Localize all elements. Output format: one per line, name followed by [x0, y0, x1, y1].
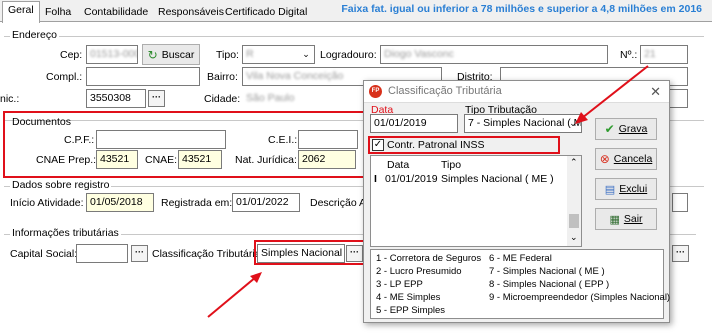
classificacao-highlight — [254, 240, 365, 265]
scroll-thumb[interactable] — [569, 214, 579, 228]
tipo-select[interactable]: R ⌄ — [242, 45, 315, 64]
exclui-button[interactable]: ▤ Exclui — [595, 178, 657, 200]
tab-geral[interactable]: Geral — [2, 1, 40, 23]
chevron-down-icon: ⌄ — [302, 49, 310, 59]
legend-item: 6 - ME Federal — [489, 253, 552, 264]
table-row-tipo[interactable]: Simples Nacional ( ME ) — [441, 173, 554, 185]
classificacao-label: Classificação Tributária: — [152, 248, 264, 260]
cep-field[interactable]: 01513-000 — [86, 45, 138, 64]
bairro-label: Bairro: — [207, 71, 238, 83]
endereco-group: Endereço — [4, 29, 704, 41]
contr-patronal-label: Contr. Patronal INSS — [387, 139, 485, 151]
cidade-label: Cidade: — [204, 93, 241, 105]
exit-icon: ▦ — [609, 213, 620, 226]
registrada-label: Registrada em: — [161, 197, 233, 209]
arrow-pointer-icon — [207, 272, 262, 318]
legend-item: 9 - Microempreendedor (Simples Nacional) — [489, 292, 671, 303]
inicio-field[interactable]: 01/05/2018 — [86, 193, 154, 212]
legend-item: 4 - ME Simples — [376, 292, 441, 303]
descricao-field[interactable] — [672, 193, 688, 212]
compl-field[interactable] — [86, 67, 200, 86]
capital-lookup-button[interactable]: ··· — [131, 245, 148, 262]
legend-panel: 1 - Corretora de Seguros 2 - Lucro Presu… — [370, 249, 670, 319]
tab-responsaveis[interactable]: Responsáveis — [153, 4, 229, 22]
logradouro-label: Logradouro: — [320, 49, 377, 61]
tab-contabilidade[interactable]: Contabilidade — [79, 4, 153, 22]
tab-bar: Geral Folha Contabilidade Responsáveis C… — [0, 0, 712, 23]
legend-item: 3 - LP EPP — [376, 279, 423, 290]
legend-item: 8 - Simples Nacional ( EPP ) — [489, 279, 610, 290]
scroll-down-icon[interactable]: ⌄ — [570, 232, 578, 243]
municipio-field[interactable]: 3550308 — [86, 89, 146, 108]
capital-label: Capital Social: — [10, 248, 78, 260]
dialog-tipo-select[interactable]: 7 - Simples Nacional ( ME ⌄ — [464, 114, 582, 133]
row-marker: I — [374, 173, 377, 185]
dialog-data-field[interactable]: 01/01/2019 — [370, 114, 458, 133]
legend-item: 5 - EPP Simples — [376, 305, 445, 316]
buscar-button[interactable]: ↻ Buscar — [142, 44, 200, 65]
app-logo-icon: FP — [369, 85, 382, 98]
legend-item: 7 - Simples Nacional ( ME ) — [489, 266, 605, 277]
tipo-label: Tipo: — [216, 49, 239, 61]
dialog-title: Classificação Tributária — [388, 85, 502, 97]
table-row-data[interactable]: 01/01/2019 — [385, 173, 438, 185]
documentos-highlight — [3, 111, 365, 178]
tributarias-right-lookup-button[interactable]: ··· — [672, 245, 689, 262]
dialog-table: Data Tipo I 01/01/2019 Simples Nacional … — [370, 155, 582, 247]
legend-item: 2 - Lucro Presumido — [376, 266, 462, 277]
capital-field[interactable] — [76, 244, 128, 263]
inicio-label: Início Atividade: — [10, 197, 84, 209]
scroll-up-icon[interactable]: ⌃ — [570, 157, 578, 168]
tributarias-title: Informações tributárias — [10, 227, 121, 239]
table-header-tipo: Tipo — [441, 159, 462, 171]
delete-icon: ▤ — [604, 183, 616, 196]
table-header-data: Data — [387, 159, 410, 171]
legend-item: 1 - Corretora de Seguros — [376, 253, 482, 264]
table-scrollbar[interactable]: ⌃ ⌄ — [567, 156, 581, 246]
cidade-field: São Paulo — [242, 89, 362, 108]
municipio-label: nic.: — [0, 93, 20, 105]
cancela-button[interactable]: ⊗ Cancela — [595, 148, 657, 170]
sair-button[interactable]: ▦ Sair — [595, 208, 657, 230]
municipio-lookup-button[interactable]: ··· — [148, 90, 165, 107]
refresh-icon: ↻ — [147, 47, 158, 62]
descricao-label: Descrição At — [310, 197, 369, 209]
cep-label: Cep: — [60, 49, 83, 61]
revenue-note: Faixa fat. igual ou inferior a 78 milhõe… — [341, 3, 702, 15]
cancel-icon: ⊗ — [599, 152, 610, 166]
compl-label: Compl.: — [46, 71, 83, 83]
tab-folha[interactable]: Folha — [40, 4, 76, 22]
tab-certificado-digital[interactable]: Certificado Digital — [220, 4, 312, 22]
endereco-title: Endereço — [10, 29, 59, 41]
registro-title: Dados sobre registro — [10, 179, 112, 191]
registrada-field[interactable]: 01/01/2022 — [232, 193, 300, 212]
arrow-pointer-icon — [575, 65, 649, 124]
contr-patronal-checkbox[interactable]: ✓ — [372, 139, 384, 151]
